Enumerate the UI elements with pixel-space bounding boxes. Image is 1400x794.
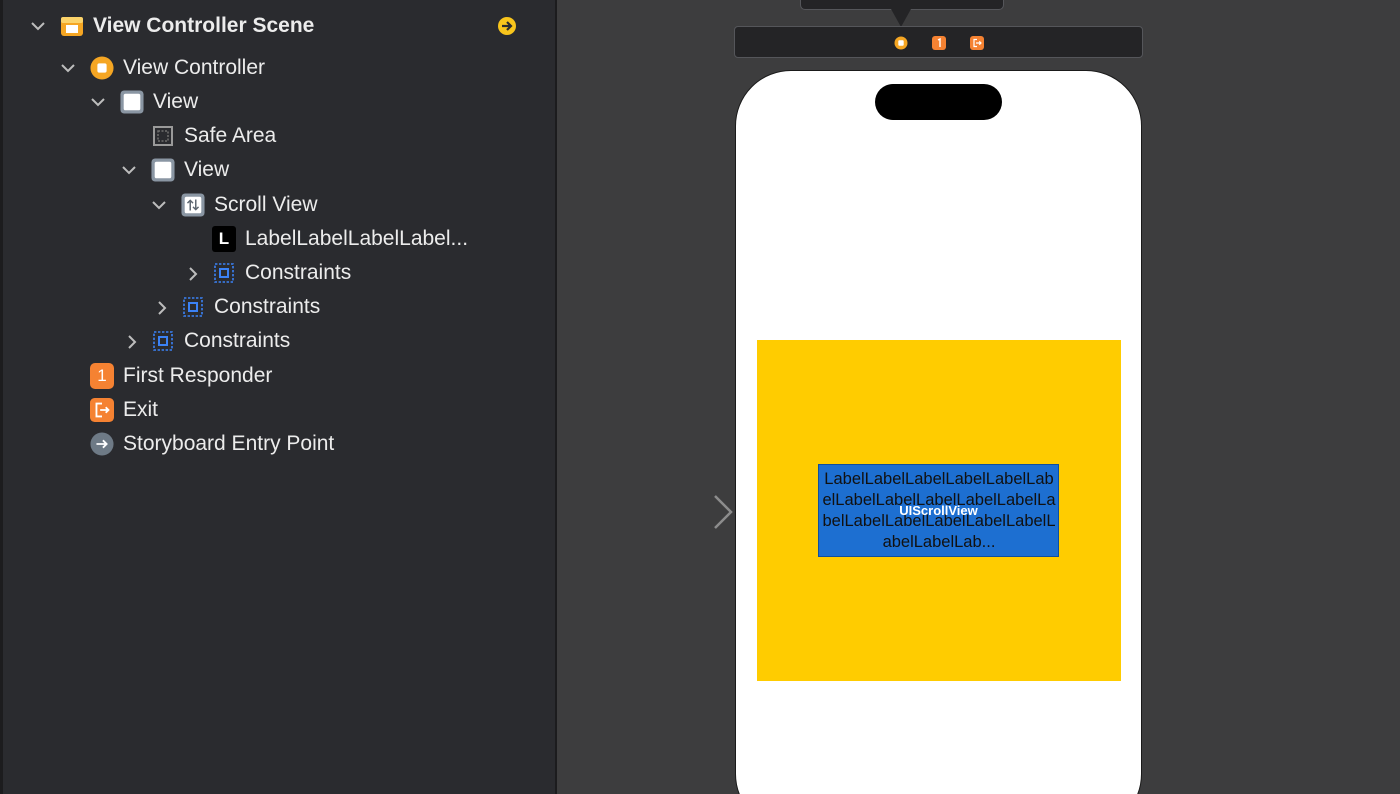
- scroll-view-icon: [181, 193, 205, 217]
- arrow-right-circle-icon[interactable]: [497, 16, 517, 41]
- exit-icon: [90, 398, 114, 422]
- outline-row-scene[interactable]: View Controller Scene: [30, 9, 530, 43]
- scene-icon: [60, 14, 84, 38]
- exit-icon[interactable]: [970, 36, 984, 50]
- view-controller-icon[interactable]: [894, 36, 908, 50]
- chevron-right-icon[interactable]: [125, 334, 139, 349]
- view-controller-icon: [90, 56, 114, 80]
- outline-label: Constraints: [214, 295, 321, 318]
- chevron-down-icon[interactable]: [60, 61, 75, 75]
- outline-label: View Controller: [123, 56, 266, 79]
- scroll-view-class-tag: UIScrollView: [899, 503, 978, 518]
- constraints-icon: [181, 295, 205, 319]
- outline-row-constraints[interactable]: Constraints: [151, 290, 320, 324]
- scene-popover-tail: [891, 9, 911, 27]
- outline-label: LabelLabelLabelLabel...: [245, 227, 469, 250]
- outline-label: Scroll View: [214, 193, 318, 216]
- label-icon: L: [212, 226, 236, 252]
- scroll-view[interactable]: LabelLabelLabelLabelLabelLabelLabelLabel…: [818, 464, 1059, 557]
- safe-area-icon: [151, 124, 175, 148]
- chevron-down-icon[interactable]: [30, 19, 45, 33]
- chevron-right-icon[interactable]: [155, 300, 169, 315]
- outline-row-safe-area[interactable]: Safe Area: [151, 119, 276, 153]
- outline-row-entry-point[interactable]: Storyboard Entry Point: [90, 427, 334, 461]
- outline-label: First Responder: [123, 364, 273, 387]
- view-icon: [120, 90, 144, 114]
- outline-row-constraints[interactable]: Constraints: [121, 324, 290, 358]
- device-frame[interactable]: LabelLabelLabelLabelLabelLabelLabelLabel…: [735, 70, 1142, 794]
- outline-row-label[interactable]: L LabelLabelLabelLabel...: [212, 222, 468, 256]
- chevron-down-icon[interactable]: [121, 163, 136, 177]
- outline-label: Safe Area: [184, 124, 277, 147]
- outline-label: Constraints: [245, 261, 352, 284]
- constraints-icon: [151, 329, 175, 353]
- first-responder-icon[interactable]: [932, 36, 946, 50]
- outline-row-scroll-view[interactable]: Scroll View: [151, 188, 317, 222]
- outline-label: Exit: [123, 398, 159, 421]
- chevron-down-icon[interactable]: [90, 95, 105, 109]
- scene-dock: [734, 26, 1143, 58]
- outline-label: View: [184, 158, 230, 181]
- view-icon: [151, 158, 175, 182]
- storyboard-entry-arrow[interactable]: [631, 492, 736, 537]
- outline-label: View: [153, 90, 199, 113]
- dynamic-island: [875, 84, 1002, 120]
- outline-row-view-controller[interactable]: View Controller: [60, 51, 265, 85]
- container-view[interactable]: LabelLabelLabelLabelLabelLabelLabelLabel…: [757, 340, 1121, 681]
- outline-label: View Controller Scene: [93, 14, 315, 37]
- outline-row-constraints[interactable]: Constraints: [182, 256, 351, 290]
- storyboard-canvas[interactable]: LabelLabelLabelLabelLabelLabelLabelLabel…: [559, 0, 1400, 794]
- entry-point-icon: [90, 432, 114, 456]
- document-outline: View Controller Scene View Controller Vi…: [0, 0, 557, 794]
- outline-row-exit[interactable]: Exit: [90, 393, 158, 427]
- chevron-down-icon[interactable]: [151, 198, 166, 212]
- outline-label: Constraints: [184, 329, 291, 352]
- constraints-icon: [212, 261, 236, 285]
- outline-row-view[interactable]: View: [90, 85, 198, 119]
- first-responder-icon: 1: [90, 363, 114, 389]
- outline-row-first-responder[interactable]: 1 First Responder: [90, 359, 272, 393]
- outline-label: Storyboard Entry Point: [123, 432, 335, 455]
- chevron-right-icon[interactable]: [186, 266, 200, 281]
- outline-row-view-inner[interactable]: View: [121, 153, 229, 187]
